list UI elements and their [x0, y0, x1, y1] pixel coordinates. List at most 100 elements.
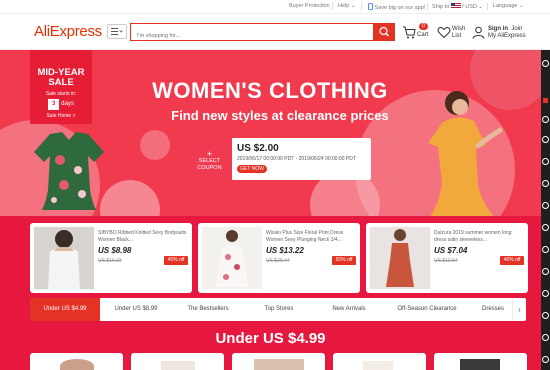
toolbar-icon[interactable] — [542, 334, 549, 341]
flag-icon — [450, 3, 461, 9]
toolbar-badge — [543, 98, 548, 103]
section-title: Under US $4.99 — [215, 330, 326, 347]
wish-list-label: Wish List — [452, 26, 465, 40]
coupon-card[interactable]: + SELECT COUPON US $2.00 2019/06/17 00:00… — [187, 138, 371, 180]
tab-off-season-clearance[interactable]: Off-Season Clearance — [390, 298, 464, 321]
dress-image — [34, 132, 104, 210]
top-bar: Buyer Protection Help ⌄ Save big on our … — [0, 0, 550, 14]
toolbar-icon[interactable] — [542, 180, 549, 187]
ship-to-label: Ship to — [432, 4, 450, 10]
hero-subtitle: Find new styles at clearance prices — [171, 108, 389, 123]
deal-price: US $7.04 — [434, 246, 468, 255]
discount-badge: 45% off — [164, 256, 188, 265]
divider — [361, 3, 362, 10]
cart-count-badge: 0 — [419, 23, 428, 30]
menu-icon — [111, 28, 123, 35]
wish-label: Wish — [452, 26, 466, 32]
discount-badge: 46% off — [500, 256, 524, 265]
decor-circle — [140, 130, 170, 160]
chevron-right-icon[interactable]: › — [512, 298, 526, 321]
divider — [487, 3, 488, 10]
product-card[interactable] — [131, 353, 224, 370]
coupon-amount: US $2.00 — [237, 143, 279, 154]
site-header: AliExpress 0 Cart WishList Sign in JoinM… — [0, 14, 550, 50]
toolbar-icon[interactable] — [542, 312, 549, 319]
select-text: SELECT — [198, 158, 221, 164]
toolbar-icon[interactable] — [542, 60, 549, 67]
deal-old-price: US $12.54 — [434, 258, 458, 264]
product-image — [34, 227, 94, 289]
product-card[interactable] — [232, 353, 325, 370]
deal-price: US $8.98 — [98, 246, 132, 255]
toolbar-icon[interactable] — [542, 158, 549, 165]
language-label: Language — [493, 3, 518, 9]
toolbar-icon[interactable] — [542, 136, 549, 143]
deal-old-price: US $16.33 — [98, 258, 122, 264]
product-image — [161, 361, 195, 370]
toolbar-icon[interactable] — [542, 246, 549, 253]
toolbar-icon[interactable] — [542, 224, 549, 231]
divider — [332, 3, 333, 10]
category-tabs: Under US $4.99 Under US $8.99 The Bestse… — [30, 298, 526, 321]
account-labels: Sign in Join My AliExpress — [488, 26, 526, 40]
model-image — [428, 91, 504, 216]
sign-in-link[interactable]: Sign in — [488, 26, 508, 32]
product-card[interactable] — [434, 353, 527, 370]
help-menu[interactable]: Help ⌄ — [338, 3, 355, 9]
toolbar-icon[interactable] — [542, 202, 549, 209]
tab-top-stores[interactable]: Top Stores — [256, 298, 302, 321]
deal-card[interactable]: Wisalo Plus Size Floral Print Dress Wome… — [198, 223, 360, 293]
my-aliexpress-link[interactable]: My AliExpress — [488, 33, 526, 39]
hero-title: WOMEN'S CLOTHING — [152, 78, 388, 103]
toolbar-icon[interactable] — [542, 290, 549, 297]
search-box — [130, 23, 374, 44]
language-menu[interactable]: Language ⌄ — [493, 3, 524, 9]
tab-under-4-99[interactable]: Under US $4.99 — [30, 298, 100, 321]
app-label: Save big on our app! — [374, 5, 426, 11]
deal-title: SIBYBO Ribbed Knitted Sexy Bodysuits Wom… — [98, 230, 187, 243]
user-icon — [472, 26, 485, 39]
coupon-select-label: SELECT COUPON — [187, 158, 232, 172]
tab-new-arrivals[interactable]: New Arrivals — [326, 298, 372, 321]
buyer-protection-link[interactable]: Buyer Protection — [289, 3, 330, 9]
deal-old-price: US $26.44 — [266, 258, 290, 264]
deal-price: US $13.22 — [266, 246, 304, 255]
decor-circle — [100, 180, 160, 216]
product-image — [363, 361, 393, 370]
tab-under-8-99[interactable]: Under US $8.99 — [108, 298, 164, 321]
product-image — [370, 227, 430, 289]
toolbar-icon[interactable] — [542, 116, 549, 123]
product-image — [202, 227, 262, 289]
discount-badge: 50% off — [332, 256, 356, 265]
categories-button[interactable] — [107, 24, 127, 39]
coupon-select-area: + SELECT COUPON — [187, 138, 232, 180]
phone-icon — [368, 3, 373, 10]
deal-title: Wisalo Plus Size Floral Print Dress Wome… — [266, 230, 344, 243]
side-toolbar — [541, 50, 550, 370]
tab-bestsellers[interactable]: The Bestsellers — [178, 298, 238, 321]
divider — [427, 3, 428, 10]
join-link[interactable]: Join — [511, 26, 522, 32]
help-label: Help — [338, 3, 350, 9]
product-card[interactable] — [333, 353, 426, 370]
list-label: List — [452, 33, 462, 39]
coupon-text: COUPON — [197, 165, 222, 171]
tab-dresses[interactable]: Dresses — [478, 298, 508, 321]
app-link[interactable]: Save big on our app! — [368, 3, 425, 11]
search-button[interactable] — [374, 23, 395, 41]
deal-title: Dulzura 2019 summer women long dress sat… — [434, 230, 512, 243]
product-card[interactable] — [30, 353, 123, 370]
search-input[interactable] — [131, 28, 361, 44]
deal-card[interactable]: Dulzura 2019 summer women long dress sat… — [366, 223, 528, 293]
get-now-button[interactable]: GET NOW — [237, 165, 267, 173]
product-image — [460, 359, 500, 370]
heart-icon — [437, 27, 451, 39]
toolbar-icon[interactable] — [542, 268, 549, 275]
logo[interactable]: AliExpress — [34, 23, 102, 40]
hero-banner[interactable]: MID-YEAR SALE Sale starts in: 3 days Sale … — [0, 50, 541, 216]
deal-card[interactable]: SIBYBO Ribbed Knitted Sexy Bodysuits Wom… — [30, 223, 192, 293]
toolbar-icon[interactable] — [542, 356, 549, 363]
search-icon — [379, 26, 389, 37]
cart-icon — [403, 26, 416, 39]
ship-to-menu[interactable]: Ship to / USD ⌄ — [432, 3, 483, 10]
